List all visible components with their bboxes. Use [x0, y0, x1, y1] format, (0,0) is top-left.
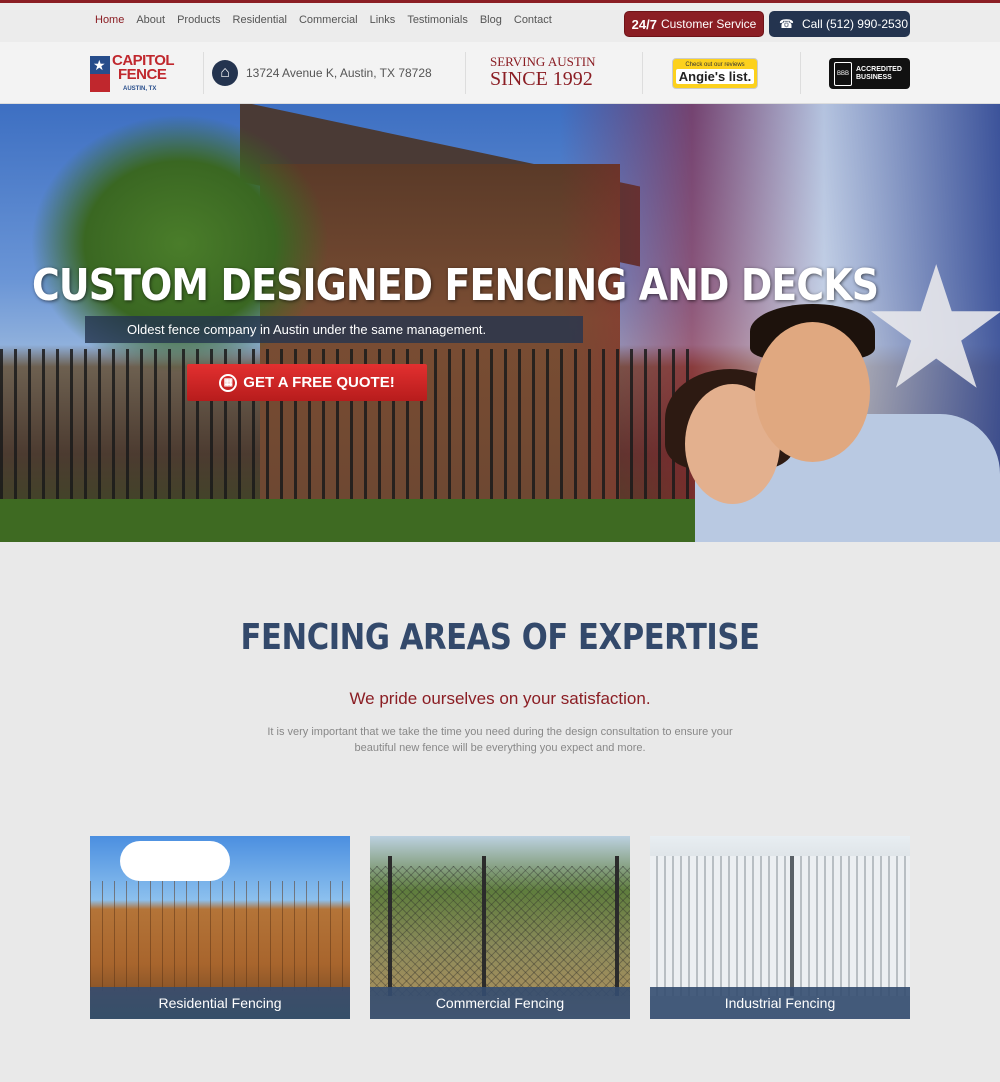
card-label: Commercial Fencing: [370, 987, 630, 1019]
service-hours: 24/7: [631, 16, 657, 32]
nav-links[interactable]: Links: [370, 14, 396, 26]
star-icon: ★: [93, 57, 106, 73]
section-body: It is very important that we take the ti…: [267, 726, 733, 754]
nav-residential[interactable]: Residential: [233, 14, 287, 26]
logo-subtext: AUSTIN, TX: [123, 86, 157, 92]
address-text: 13724 Avenue K, Austin, TX 78728: [246, 66, 432, 80]
bbb-text: ACCREDITED BUSINESS: [856, 65, 902, 81]
nav-commercial[interactable]: Commercial: [299, 14, 358, 26]
top-bar: Home About Products Residential Commerci…: [0, 0, 1000, 42]
nav-about[interactable]: About: [136, 14, 165, 26]
nav-testimonials[interactable]: Testimonials: [407, 14, 468, 26]
angies-list-badge[interactable]: Check out our reviews Angie's list.: [672, 58, 758, 89]
nav-products[interactable]: Products: [177, 14, 220, 26]
section-title: FENCING AREAS OF EXPERTISE: [240, 617, 760, 658]
bbb-seal: BBB: [834, 61, 852, 86]
free-quote-label: GET A FREE QUOTE!: [243, 374, 395, 391]
customer-service-button[interactable]: 24/7 Customer Service: [624, 11, 764, 37]
home-icon: ⌂: [212, 60, 238, 86]
divider: [800, 52, 801, 94]
site-logo[interactable]: ★ CAPITOL FENCE AUSTIN, TX: [90, 53, 175, 94]
serving-since: SERVING AUSTIN SINCE 1992: [490, 54, 596, 90]
divider: [465, 52, 466, 94]
section-subtitle: We pride ourselves on your satisfaction.: [349, 689, 651, 708]
nav-contact[interactable]: Contact: [514, 14, 552, 26]
card-residential-fencing[interactable]: Residential Fencing: [90, 836, 350, 1019]
card-label: Residential Fencing: [90, 987, 350, 1019]
service-label: Customer Service: [660, 17, 757, 31]
main-nav: Home About Products Residential Commerci…: [95, 14, 552, 26]
nav-home[interactable]: Home: [95, 14, 124, 26]
hero-subtitle: Oldest fence company in Austin under the…: [85, 316, 583, 343]
nav-blog[interactable]: Blog: [480, 14, 502, 26]
calculator-icon: ▦: [219, 373, 238, 392]
divider: [203, 52, 204, 94]
logo-flag: ★: [90, 56, 110, 92]
card-industrial-fencing[interactable]: Industrial Fencing: [650, 836, 910, 1019]
call-label: Call (512) 990-2530: [801, 17, 909, 31]
hero-photo-couple: [655, 304, 1000, 542]
free-quote-button[interactable]: ▦ GET A FREE QUOTE!: [187, 364, 427, 401]
call-button[interactable]: ☎ Call (512) 990-2530: [769, 11, 910, 37]
hero-title: CUSTOM DESIGNED FENCING AND DECKS: [32, 260, 879, 311]
bbb-badge[interactable]: BBB ACCREDITED BUSINESS: [829, 58, 910, 89]
phone-icon: ☎: [779, 17, 794, 31]
card-label: Industrial Fencing: [650, 987, 910, 1019]
divider: [642, 52, 643, 94]
logo-text: CAPITOL FENCE: [112, 52, 175, 83]
hero-banner: ★ CUSTOM DESIGNED FENCING AND DECKS Olde…: [0, 104, 1000, 542]
card-commercial-fencing[interactable]: Commercial Fencing: [370, 836, 630, 1019]
